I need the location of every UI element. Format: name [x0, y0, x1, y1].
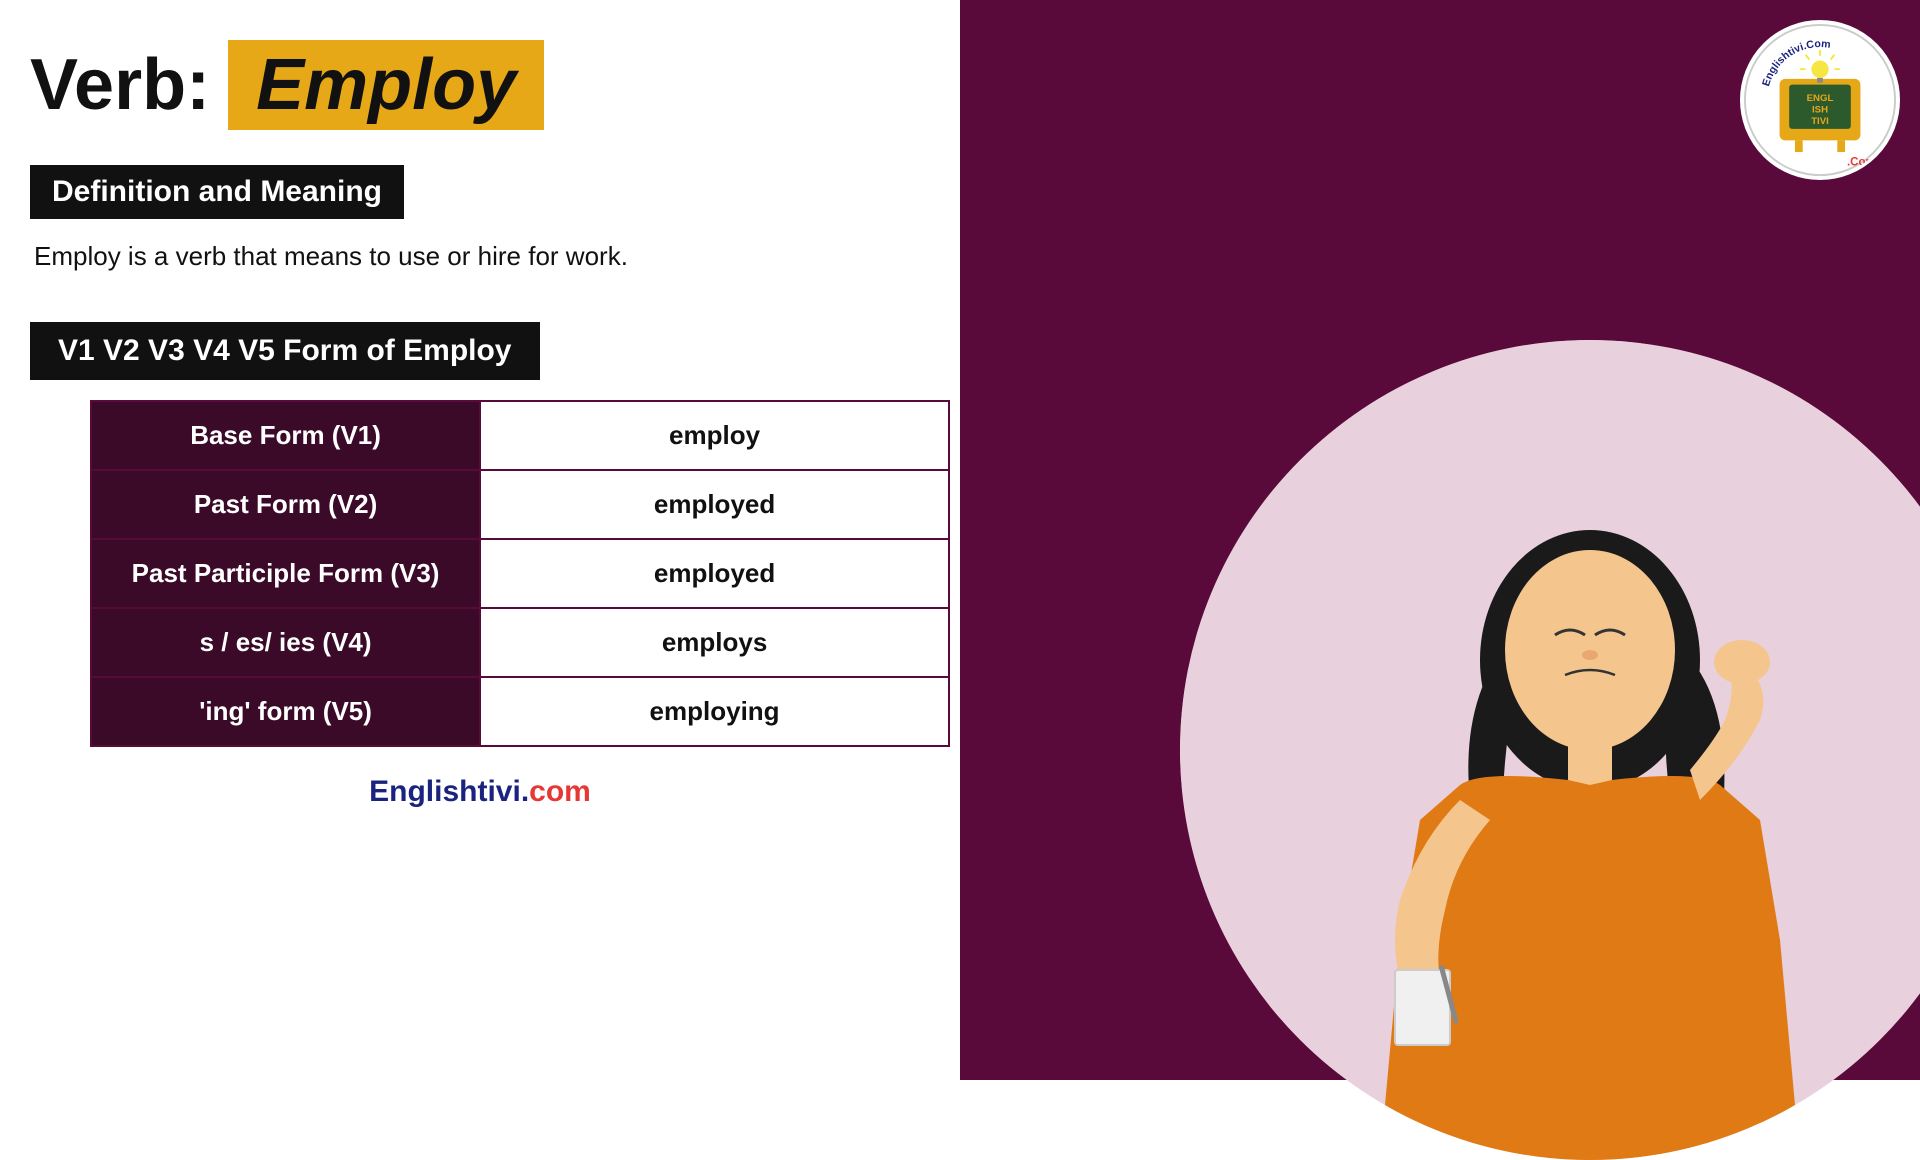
logo-circle: Englishtivi.Com ENGL ISH TIVI [1740, 20, 1900, 180]
table-row: Past Participle Form (V3)employed [91, 539, 949, 608]
table-label-cell: Past Form (V2) [91, 470, 480, 539]
footer-red: com [529, 775, 591, 808]
person-circle [1180, 340, 1920, 1160]
left-panel: Verb: Employ Definition and Meaning Empl… [0, 0, 960, 1080]
table-label-cell: Past Participle Form (V3) [91, 539, 480, 608]
footer-blue: Englishtivi [369, 775, 521, 808]
title-row: Verb: Employ [30, 40, 930, 130]
svg-text:TIVI: TIVI [1811, 116, 1829, 127]
svg-text:.Com: .Com [1847, 156, 1876, 168]
table-value-cell: employs [480, 608, 949, 677]
table-label-cell: Base Form (V1) [91, 401, 480, 470]
forms-heading: V1 V2 V3 V4 V5 Form of Employ [30, 322, 540, 380]
table-row: Base Form (V1)employ [91, 401, 949, 470]
verb-label: Verb: [30, 44, 210, 126]
table-value-cell: employed [480, 539, 949, 608]
person-svg [1180, 340, 1920, 1160]
verb-forms-table: Base Form (V1)employPast Form (V2)employ… [90, 400, 950, 747]
definition-text: Employ is a verb that means to use or hi… [30, 241, 930, 272]
table-value-cell: employ [480, 401, 949, 470]
logo-svg: Englishtivi.Com ENGL ISH TIVI [1743, 20, 1897, 180]
definition-heading: Definition and Meaning [30, 165, 404, 219]
footer-brand: Englishtivi.com [30, 775, 930, 809]
table-value-cell: employed [480, 470, 949, 539]
verb-word: Employ [228, 40, 544, 130]
table-row: Past Form (V2)employed [91, 470, 949, 539]
table-label-cell: s / es/ ies (V4) [91, 608, 480, 677]
footer-dot: . [521, 775, 529, 808]
table-value-cell: employing [480, 677, 949, 746]
table-row: 'ing' form (V5)employing [91, 677, 949, 746]
svg-text:ISH: ISH [1812, 105, 1828, 116]
svg-text:ENGL: ENGL [1807, 93, 1834, 104]
right-panel: Englishtivi.Com ENGL ISH TIVI [960, 0, 1920, 1080]
table-label-cell: 'ing' form (V5) [91, 677, 480, 746]
table-row: s / es/ ies (V4)employs [91, 608, 949, 677]
